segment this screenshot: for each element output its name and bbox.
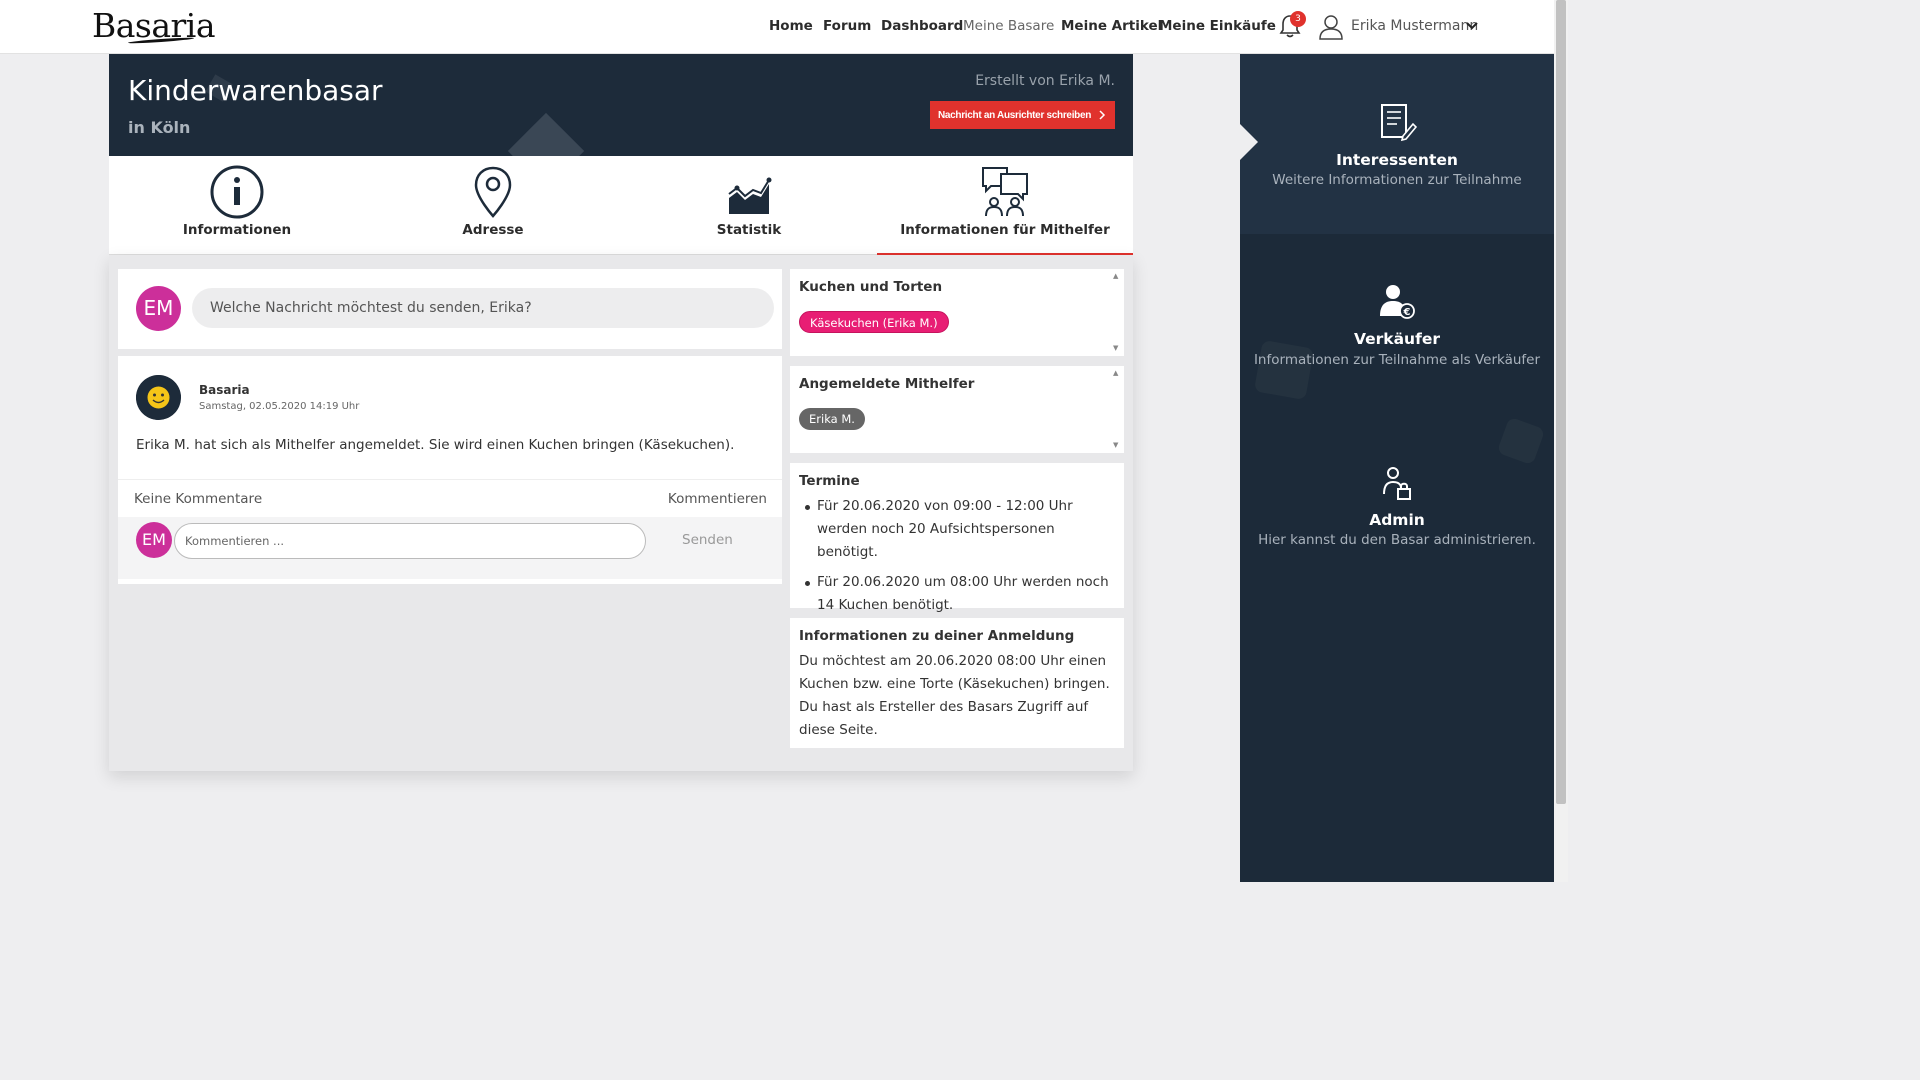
helpers-card: Angemeldete Mithelfer Erika M. ▲ ▼ xyxy=(790,366,1124,453)
user-icon[interactable] xyxy=(1319,14,1343,40)
page-scrollbar[interactable] xyxy=(1554,0,1568,882)
cakes-card: Kuchen und Torten Käsekuchen (Erika M.) … xyxy=(790,269,1124,356)
main-content: EM Welche Nachricht möchtest du senden, … xyxy=(109,255,1133,771)
nav-home[interactable]: Home xyxy=(769,18,813,34)
nav-meine-einkaeufe[interactable]: Meine Einkäufe xyxy=(1159,18,1276,34)
nav-dashboard[interactable]: Dashboard xyxy=(881,18,963,34)
seller-euro-icon: € xyxy=(1380,285,1415,319)
registration-card: Informationen zu deiner Anmeldung Du möc… xyxy=(790,618,1124,748)
comment-input[interactable]: Kommentieren ... xyxy=(174,523,646,559)
tab-adresse[interactable]: Adresse xyxy=(365,156,621,255)
sidebar-item-interessenten[interactable]: Interessenten Weitere Informationen zur … xyxy=(1240,54,1554,234)
svg-text:€: € xyxy=(1403,307,1411,318)
post-date: Samstag, 02.05.2020 14:19 Uhr xyxy=(199,401,360,412)
notification-badge: 3 xyxy=(1290,11,1306,27)
decorative-shape xyxy=(507,112,585,156)
created-by: Erstellt von Erika M. xyxy=(975,73,1115,89)
role-sidebar: Interessenten Weitere Informationen zur … xyxy=(1240,54,1554,882)
top-navbar: Basaria Home Forum Dashboard Meine Basar… xyxy=(0,0,1554,54)
post-author: Basaria xyxy=(199,383,250,397)
scroll-up-icon[interactable]: ▲ xyxy=(1113,272,1121,280)
info-icon xyxy=(210,165,264,219)
list-item: Für 20.06.2020 um 08:00 Uhr werden noch … xyxy=(799,571,1114,617)
message-input[interactable]: Welche Nachricht möchtest du senden, Eri… xyxy=(192,288,774,328)
send-button[interactable]: Senden xyxy=(682,532,733,548)
comment-link[interactable]: Kommentieren xyxy=(668,491,767,507)
helpers-title: Angemeldete Mithelfer xyxy=(799,376,975,392)
document-edit-icon xyxy=(1381,104,1417,142)
sidebar-item-title: Interessenten xyxy=(1336,151,1458,169)
avatar: EM xyxy=(136,286,181,331)
compose-card: EM Welche Nachricht möchtest du senden, … xyxy=(118,269,782,349)
sidebar-item-subtitle: Hier kannst du den Basar administrieren. xyxy=(1258,532,1536,548)
map-pin-icon xyxy=(474,166,512,218)
comment-form: EM Kommentieren ... Senden xyxy=(118,517,782,579)
dates-list: Für 20.06.2020 von 09:00 - 12:00 Uhr wer… xyxy=(799,495,1114,624)
nav-meine-basare[interactable]: Meine Basare xyxy=(963,18,1054,34)
bazaar-location: in Köln xyxy=(128,118,191,137)
message-organizer-label: Nachricht an Ausrichter schreiben xyxy=(937,109,1092,121)
scroll-down-icon[interactable]: ▼ xyxy=(1113,344,1121,352)
scroll-up-icon[interactable]: ▲ xyxy=(1113,369,1121,377)
helpers-chat-icon xyxy=(982,167,1028,217)
registration-text: Du möchtest am 20.06.2020 08:00 Uhr eine… xyxy=(799,650,1119,742)
nav-forum[interactable]: Forum xyxy=(823,18,871,34)
registration-line: Du möchtest am 20.06.2020 08:00 Uhr eine… xyxy=(799,653,1110,692)
sidebar-item-title: Admin xyxy=(1369,511,1425,529)
chevron-down-icon[interactable] xyxy=(1466,20,1478,32)
admin-lock-icon xyxy=(1383,467,1411,500)
sidebar-item-verkaeufer[interactable]: € Verkäufer Informationen zur Teilnahme … xyxy=(1240,234,1554,414)
comment-count: Keine Kommentare xyxy=(134,491,263,507)
message-organizer-button[interactable]: Nachricht an Ausrichter schreiben xyxy=(930,101,1115,129)
bazaar-header: Kinderwarenbasar in Köln Erstellt von Er… xyxy=(109,54,1133,156)
tab-label: Informationen xyxy=(182,222,292,238)
list-item: Für 20.06.2020 von 09:00 - 12:00 Uhr wer… xyxy=(799,495,1114,564)
scrollbar-thumb[interactable] xyxy=(1556,0,1566,804)
cakes-title: Kuchen und Torten xyxy=(799,279,943,295)
avatar: EM xyxy=(136,522,172,558)
chart-icon xyxy=(728,177,772,214)
sidebar-item-title: Verkäufer xyxy=(1353,330,1440,348)
dates-card: Termine Für 20.06.2020 von 09:00 - 12:00… xyxy=(790,463,1124,613)
post-text: Erika M. hat sich als Mithelfer angemeld… xyxy=(136,437,735,453)
bazaar-tabs: Informationen Adresse Statistik Informat… xyxy=(109,156,1133,255)
smiley-avatar-icon xyxy=(136,375,181,420)
tab-mithelfer[interactable]: Informationen für Mithelfer xyxy=(877,156,1133,255)
registration-line: Du hast als Ersteller des Basars Zugriff… xyxy=(799,699,1089,738)
tab-label: Informationen für Mithelfer xyxy=(900,222,1110,238)
chevron-right-icon xyxy=(1099,110,1106,120)
sidebar-item-subtitle: Weitere Informationen zur Teilnahme xyxy=(1272,172,1522,188)
tab-label: Statistik xyxy=(716,222,782,238)
post-card: Basaria Samstag, 02.05.2020 14:19 Uhr Er… xyxy=(118,356,782,584)
registration-title: Informationen zu deiner Anmeldung xyxy=(799,628,1075,644)
divider xyxy=(118,479,782,480)
tab-statistik[interactable]: Statistik xyxy=(621,156,877,255)
cake-pill[interactable]: Käsekuchen (Erika M.) xyxy=(799,311,949,333)
nav-meine-artikel[interactable]: Meine Artikel xyxy=(1061,18,1162,34)
tab-informationen[interactable]: Informationen xyxy=(109,156,365,255)
dates-title: Termine xyxy=(799,473,860,489)
tab-label: Adresse xyxy=(462,222,524,238)
user-menu-name[interactable]: Erika Mustermann xyxy=(1351,18,1478,34)
sidebar-item-admin[interactable]: Admin Hier kannst du den Basar administr… xyxy=(1240,414,1554,594)
helper-pill[interactable]: Erika M. xyxy=(799,408,865,430)
scroll-down-icon[interactable]: ▼ xyxy=(1113,441,1121,449)
sidebar-item-subtitle: Informationen zur Teilnahme als Verkäufe… xyxy=(1253,352,1541,368)
bazaar-title: Kinderwarenbasar xyxy=(128,74,383,107)
